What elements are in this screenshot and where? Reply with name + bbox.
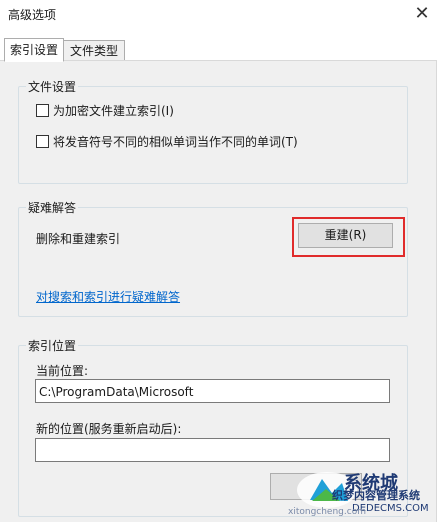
encrypted-files-checkbox[interactable] <box>36 104 49 117</box>
new-location-label: 新的位置(服务重新启动后): <box>36 422 182 436</box>
new-location-field <box>35 438 390 462</box>
encrypted-files-label[interactable]: 为加密文件建立索引(I) <box>53 102 174 119</box>
watermark-url: xitongcheng.com <box>288 507 366 517</box>
index-location-legend: 索引位置 <box>26 337 79 354</box>
watermark: 系统城 织梦内容管理系统 DEDECMS.COM xitongcheng.com <box>282 465 439 521</box>
close-icon[interactable]: ✕ <box>410 2 434 26</box>
tab-index-settings[interactable]: 索引设置 <box>4 38 64 62</box>
tab-file-types[interactable]: 文件类型 <box>63 40 125 62</box>
window-title: 高级选项 <box>8 8 57 22</box>
watermark-site-text: 织梦内容管理系统 <box>332 489 420 502</box>
title-bar: 高级选项 ✕ <box>0 0 439 30</box>
current-location-label: 当前位置: <box>36 364 89 378</box>
current-location-field: C:\ProgramData\Microsoft <box>35 379 390 403</box>
troubleshoot-link[interactable]: 对搜索和索引进行疑难解答 <box>36 288 180 305</box>
troubleshooting-legend: 疑难解答 <box>26 199 79 216</box>
diacritics-checkbox[interactable] <box>36 135 49 148</box>
rebuild-label: 删除和重建索引 <box>36 232 121 246</box>
rebuild-button[interactable]: 重建(R) <box>298 223 393 248</box>
file-settings-legend: 文件设置 <box>26 78 79 95</box>
diacritics-label[interactable]: 将发音符号不同的相似单词当作不同的单词(T) <box>53 133 298 150</box>
